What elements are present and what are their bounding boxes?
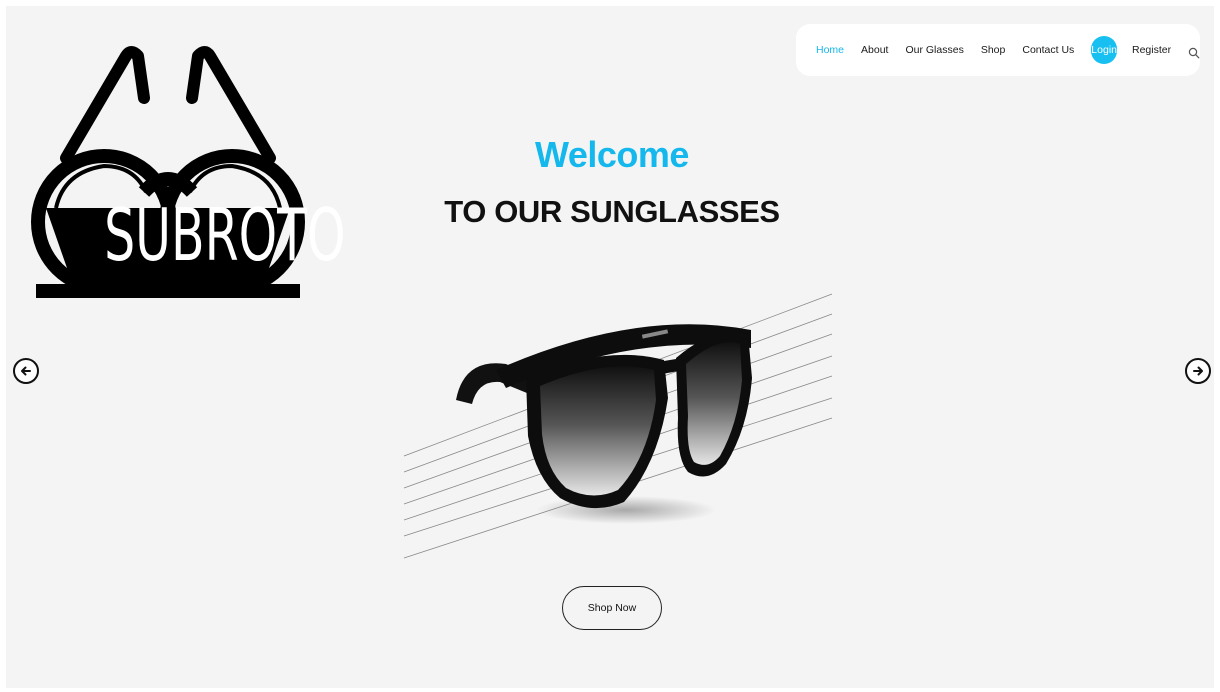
search-icon[interactable] <box>1188 44 1200 59</box>
carousel-prev-button[interactable] <box>13 358 39 384</box>
nav-contact-us[interactable]: Contact Us <box>1022 44 1074 56</box>
login-button[interactable]: Login <box>1091 36 1117 64</box>
sunglasses-product-image <box>403 293 833 559</box>
register-link[interactable]: Register <box>1132 44 1171 56</box>
hero-title: Welcome <box>535 134 689 175</box>
carousel-next-button[interactable] <box>1185 358 1211 384</box>
main-nav: Home About Our Glasses Shop Contact Us L… <box>796 24 1200 76</box>
nav-our-glasses[interactable]: Our Glasses <box>905 44 963 56</box>
arrow-left-icon <box>21 366 31 376</box>
shop-now-button[interactable]: Shop Now <box>562 586 662 630</box>
nav-shop[interactable]: Shop <box>981 44 1006 56</box>
brand-logo[interactable]: SUBROTO <box>28 42 346 304</box>
hero-subtitle: TO OUR SUNGLASSES <box>444 194 780 229</box>
nav-home[interactable]: Home <box>816 44 844 56</box>
page: SUBROTO Home About Our Glasses Shop Cont… <box>6 6 1214 688</box>
nav-about[interactable]: About <box>861 44 888 56</box>
logo-text: SUBROTO <box>104 193 346 277</box>
arrow-right-icon <box>1193 366 1203 376</box>
